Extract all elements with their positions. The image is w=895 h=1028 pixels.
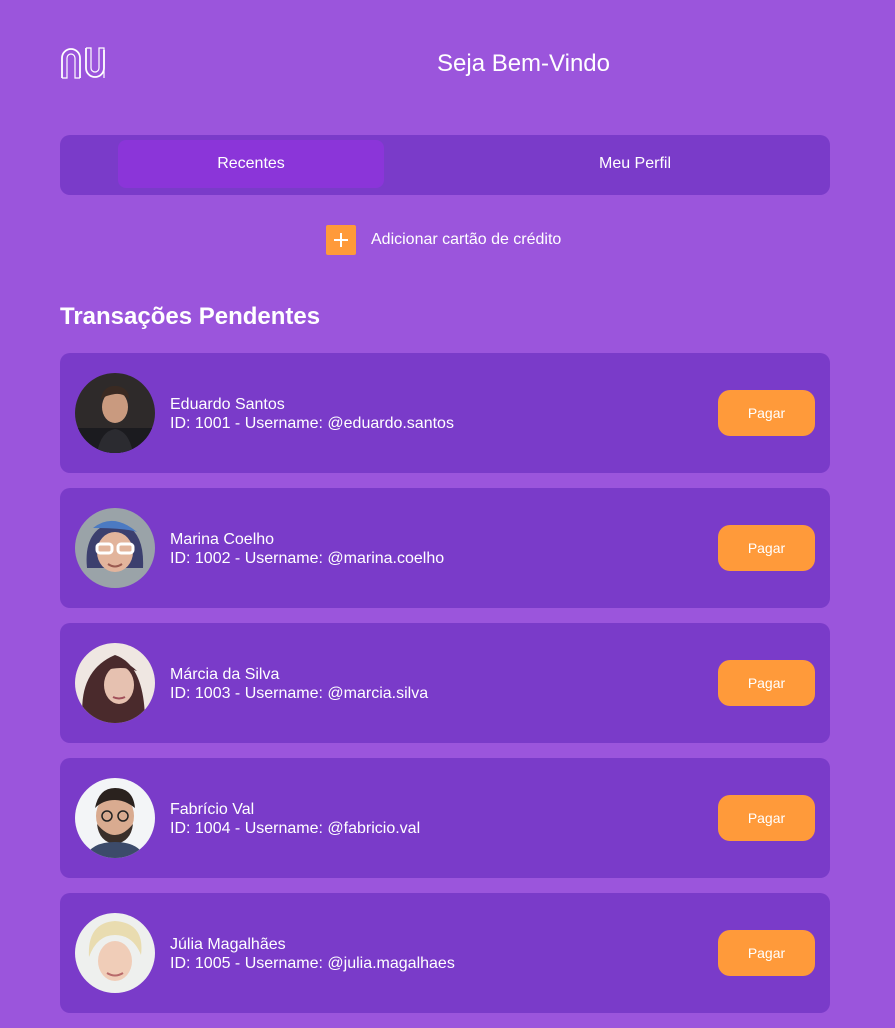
- contact-details: ID: 1003 - Username: @marcia.silva: [170, 685, 429, 702]
- avatar: [75, 373, 155, 453]
- avatar: [75, 778, 155, 858]
- nubank-logo-icon[interactable]: [60, 44, 112, 82]
- avatar: [75, 508, 155, 588]
- transaction-info: Márcia da Silva ID: 1003 - Username: @ma…: [170, 665, 428, 703]
- contact-name: Fabrício Val: [170, 801, 255, 818]
- contact-name: Márcia da Silva: [170, 666, 280, 683]
- pay-button[interactable]: Pagar: [718, 930, 815, 976]
- pay-button[interactable]: Pagar: [718, 390, 815, 436]
- contact-name: Júlia Magalhães: [170, 936, 286, 953]
- contact-name: Eduardo Santos: [170, 396, 285, 413]
- plus-icon[interactable]: [326, 225, 356, 255]
- avatar: [75, 913, 155, 993]
- pay-button[interactable]: Pagar: [718, 795, 815, 841]
- transaction-card: Marina Coelho ID: 1002 - Username: @mari…: [60, 488, 830, 608]
- contact-name: Marina Coelho: [170, 531, 275, 548]
- transaction-card: Eduardo Santos ID: 1001 - Username: @edu…: [60, 353, 830, 473]
- tab-recentes[interactable]: Recentes: [118, 140, 384, 188]
- contact-details: ID: 1004 - Username: @fabricio.val: [170, 820, 421, 837]
- transaction-card: Fabrício Val ID: 1004 - Username: @fabri…: [60, 758, 830, 878]
- tab-bar: Recentes Meu Perfil: [60, 135, 830, 195]
- contact-details: ID: 1005 - Username: @julia.magalhaes: [170, 955, 455, 972]
- transaction-info: Marina Coelho ID: 1002 - Username: @mari…: [170, 530, 444, 568]
- section-title: Transações Pendentes: [60, 303, 321, 330]
- tab-meu-perfil[interactable]: Meu Perfil: [505, 140, 765, 188]
- contact-details: ID: 1001 - Username: @eduardo.santos: [170, 415, 454, 432]
- transaction-card: Márcia da Silva ID: 1003 - Username: @ma…: [60, 623, 830, 743]
- contact-details: ID: 1002 - Username: @marina.coelho: [170, 550, 445, 567]
- add-credit-card-button[interactable]: Adicionar cartão de crédito: [326, 225, 561, 255]
- pay-button[interactable]: Pagar: [718, 525, 815, 571]
- header: Seja Bem-Vindo: [60, 40, 830, 90]
- pending-transactions-list: Eduardo Santos ID: 1001 - Username: @edu…: [60, 353, 830, 1028]
- page-title: Seja Bem-Vindo: [437, 50, 610, 77]
- transaction-info: Júlia Magalhães ID: 1005 - Username: @ju…: [170, 935, 455, 973]
- transaction-info: Fabrício Val ID: 1004 - Username: @fabri…: [170, 800, 420, 838]
- transaction-card: Júlia Magalhães ID: 1005 - Username: @ju…: [60, 893, 830, 1013]
- transaction-info: Eduardo Santos ID: 1001 - Username: @edu…: [170, 395, 454, 433]
- add-credit-card-label[interactable]: Adicionar cartão de crédito: [371, 231, 561, 249]
- pay-button[interactable]: Pagar: [718, 660, 815, 706]
- avatar: [75, 643, 155, 723]
